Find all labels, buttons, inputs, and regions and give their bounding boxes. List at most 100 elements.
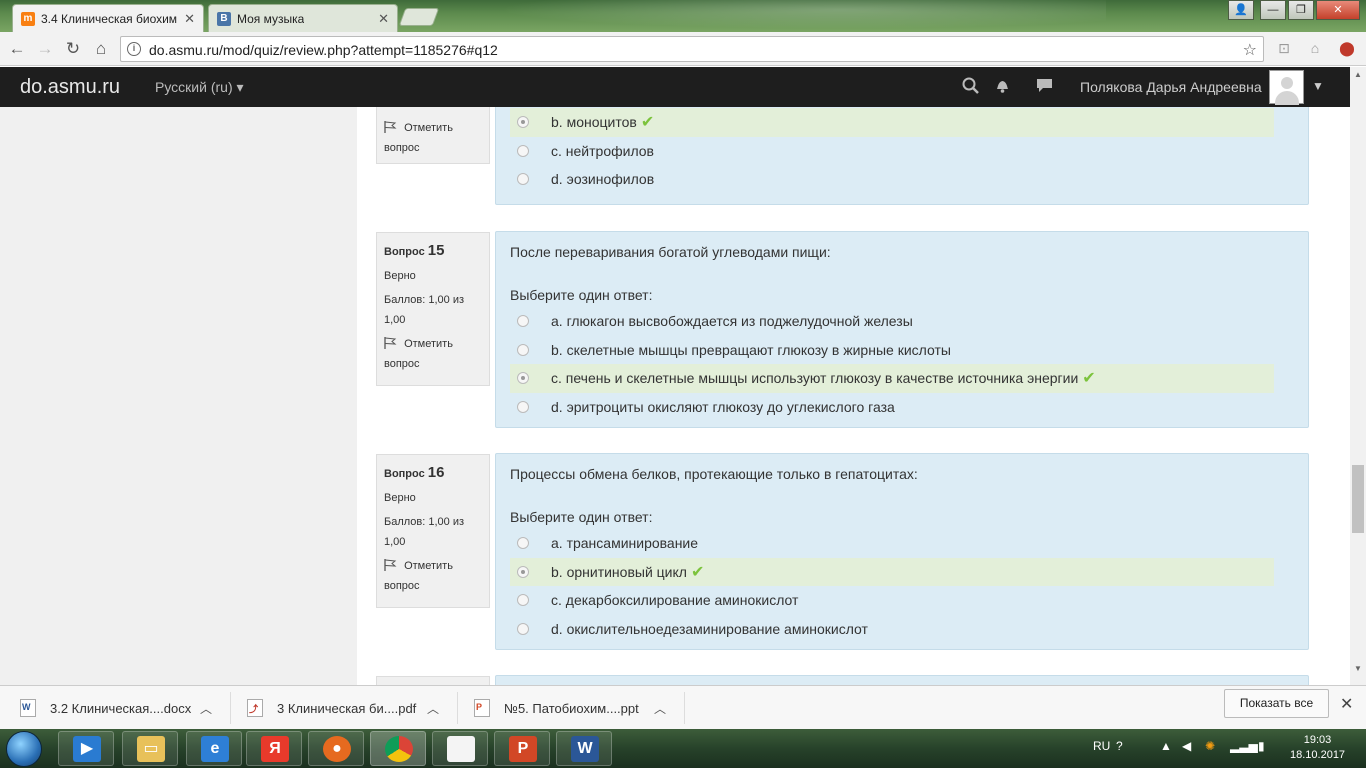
site-brand[interactable]: do.asmu.ru bbox=[20, 76, 120, 99]
language-indicator[interactable]: RU bbox=[1093, 739, 1110, 753]
taskbar-yandex[interactable]: Я bbox=[246, 731, 302, 766]
taskbar-internet-explorer[interactable]: e bbox=[186, 731, 242, 766]
scroll-down-icon[interactable]: ▼ bbox=[1350, 661, 1366, 677]
start-button[interactable] bbox=[6, 731, 42, 767]
antivirus-icon[interactable]: ✺ bbox=[1205, 739, 1215, 753]
question-score: Баллов: 1,00 из 1,00 bbox=[384, 516, 465, 548]
user-profile-button[interactable]: 👤 bbox=[1228, 0, 1254, 20]
taskbar-powerpoint[interactable]: P bbox=[494, 731, 550, 766]
answer-option[interactable]: c. нейтрофилов bbox=[510, 137, 1294, 166]
radio-button[interactable] bbox=[517, 173, 529, 186]
volume-icon[interactable]: ◀ bbox=[1182, 739, 1191, 753]
radio-button[interactable] bbox=[517, 343, 529, 356]
tab-close-icon[interactable]: ✕ bbox=[184, 11, 195, 27]
taskbar-media-player[interactable]: ▶ bbox=[58, 731, 114, 766]
taskbar-firefox[interactable]: ● bbox=[308, 731, 364, 766]
info-icon[interactable]: i bbox=[127, 42, 141, 56]
help-icon[interactable]: ? bbox=[1116, 739, 1123, 753]
home-icon[interactable]: ⌂ bbox=[90, 38, 112, 60]
new-tab-button[interactable] bbox=[398, 8, 440, 26]
answer-option[interactable]: d. эритроциты окисляют глюкозу до углеки… bbox=[510, 393, 1294, 422]
chevron-up-icon[interactable]: ︿ bbox=[427, 700, 439, 717]
answer-text: a. глюкагон высвобождается из поджелудоч… bbox=[551, 313, 913, 330]
answer-prompt: Выберите один ответ: bbox=[510, 287, 653, 303]
show-all-downloads-button[interactable]: Показать все bbox=[1224, 689, 1329, 718]
flag-question-link[interactable]: Отметить вопрос bbox=[384, 556, 482, 596]
address-input[interactable]: i do.asmu.ru/mod/quiz/review.php?attempt… bbox=[120, 36, 1264, 62]
left-blank-column bbox=[0, 107, 357, 685]
address-toolbar: ← → ↻ ⌂ i do.asmu.ru/mod/quiz/review.php… bbox=[0, 32, 1366, 66]
taskbar-chrome[interactable] bbox=[370, 731, 426, 766]
tray-expand-icon[interactable]: ▲ bbox=[1160, 739, 1172, 753]
answer-option[interactable]: d. окислительноедезаминирование аминокис… bbox=[510, 615, 1294, 644]
scroll-up-icon[interactable]: ▲ bbox=[1350, 67, 1366, 83]
maximize-button[interactable]: ❐ bbox=[1288, 0, 1314, 20]
answer-text: d. эозинофилов bbox=[551, 171, 655, 188]
answer-option[interactable]: c. декарбоксилирование аминокислот bbox=[510, 586, 1294, 615]
chevron-up-icon[interactable]: ︿ bbox=[200, 700, 212, 717]
answer-option[interactable]: d. эозинофилов bbox=[510, 165, 1294, 194]
radio-button[interactable] bbox=[517, 622, 529, 635]
download-item[interactable]: P №5. Патобиохим....ppt ︿ bbox=[474, 686, 674, 730]
question-info-q16: Вопрос 16 Верно Баллов: 1,00 из 1,00 Отм… bbox=[376, 454, 490, 608]
language-menu[interactable]: Русский (ru) ▾ bbox=[155, 79, 244, 96]
yandex-icon: Я bbox=[261, 736, 289, 762]
radio-button[interactable] bbox=[517, 400, 529, 413]
radio-button[interactable] bbox=[517, 372, 529, 385]
radio-button[interactable] bbox=[517, 594, 529, 607]
radio-button[interactable] bbox=[517, 565, 529, 578]
answer-option[interactable]: c. печень и скелетные мышцы используют г… bbox=[510, 364, 1274, 393]
chevron-up-icon[interactable]: ︿ bbox=[654, 700, 666, 717]
chat-icon[interactable] bbox=[1034, 77, 1054, 99]
home-extension-icon[interactable]: ⌂ bbox=[1306, 40, 1324, 58]
flag-icon bbox=[384, 559, 397, 571]
taskbar-explorer[interactable]: ▭ bbox=[122, 731, 178, 766]
download-item[interactable]: W 3.2 Клиническая....docx ︿ bbox=[20, 686, 220, 730]
radio-button[interactable] bbox=[517, 116, 529, 129]
divider bbox=[457, 692, 458, 724]
radio-button[interactable] bbox=[517, 315, 529, 328]
answer-prompt: Выберите один ответ: bbox=[510, 509, 653, 525]
answer-option[interactable]: a. глюкагон высвобождается из поджелудоч… bbox=[510, 307, 1294, 336]
question-number: Вопрос 15 bbox=[384, 242, 445, 259]
answer-option[interactable]: a. трансаминирование bbox=[510, 529, 1294, 558]
avatar[interactable] bbox=[1269, 70, 1304, 105]
tab-close-icon[interactable]: ✕ bbox=[378, 11, 389, 27]
user-menu-caret-icon[interactable]: ▼ bbox=[1312, 79, 1324, 93]
zoom-extension-icon[interactable]: ⊡ bbox=[1275, 40, 1293, 58]
answer-option[interactable]: b. орнитиновый цикл ✔ bbox=[510, 557, 1274, 586]
search-icon[interactable] bbox=[960, 77, 980, 99]
close-window-button[interactable]: ✕ bbox=[1316, 0, 1360, 20]
tab-music[interactable]: B Моя музыка ✕ bbox=[208, 4, 398, 32]
flag-question-link[interactable]: Отметить вопрос bbox=[384, 334, 482, 374]
tab-quiz[interactable]: m 3.4 Клиническая биохим ✕ bbox=[12, 4, 204, 32]
powerpoint-file-icon: P bbox=[474, 699, 490, 717]
taskbar-word[interactable]: W bbox=[556, 731, 612, 766]
taskbar-notepad[interactable] bbox=[432, 731, 488, 766]
download-item[interactable]: ⤴ 3 Клиническая би....pdf ︿ bbox=[247, 686, 447, 730]
answer-option[interactable]: b. моноцитов ✔ bbox=[510, 108, 1274, 137]
close-icon[interactable]: ✕ bbox=[1340, 694, 1353, 714]
flag-icon bbox=[384, 337, 397, 349]
network-icon[interactable]: ▂▃▅ bbox=[1230, 739, 1258, 753]
user-name[interactable]: Полякова Дарья Андреевна bbox=[1080, 79, 1262, 95]
answer-option[interactable]: b. скелетные мышцы превращают глюкозу в … bbox=[510, 336, 1294, 365]
radio-button[interactable] bbox=[517, 537, 529, 550]
answer-text: b. скелетные мышцы превращают глюкозу в … bbox=[551, 341, 951, 358]
reload-icon[interactable]: ↻ bbox=[62, 38, 84, 60]
bell-icon[interactable] bbox=[992, 77, 1012, 99]
answer-text: c. нейтрофилов bbox=[551, 142, 654, 159]
page-scrollbar[interactable]: ▲ ▼ bbox=[1350, 67, 1366, 685]
scrollbar-thumb[interactable] bbox=[1352, 465, 1364, 533]
flag-question-link[interactable]: Отметить вопрос bbox=[384, 118, 482, 158]
tab-title: 3.4 Клиническая биохим bbox=[41, 11, 178, 26]
chrome-icon bbox=[385, 736, 413, 762]
system-clock[interactable]: 19:03 18.10.2017 bbox=[1290, 733, 1345, 763]
menu-icon[interactable]: ⬤ bbox=[1338, 40, 1356, 58]
bookmark-star-icon[interactable]: ☆ bbox=[1243, 40, 1257, 60]
back-icon[interactable]: ← bbox=[6, 38, 28, 60]
radio-button[interactable] bbox=[517, 144, 529, 157]
minimize-button[interactable]: — bbox=[1260, 0, 1286, 20]
forward-icon[interactable]: → bbox=[34, 38, 56, 60]
battery-icon[interactable]: ▮ bbox=[1258, 739, 1265, 753]
